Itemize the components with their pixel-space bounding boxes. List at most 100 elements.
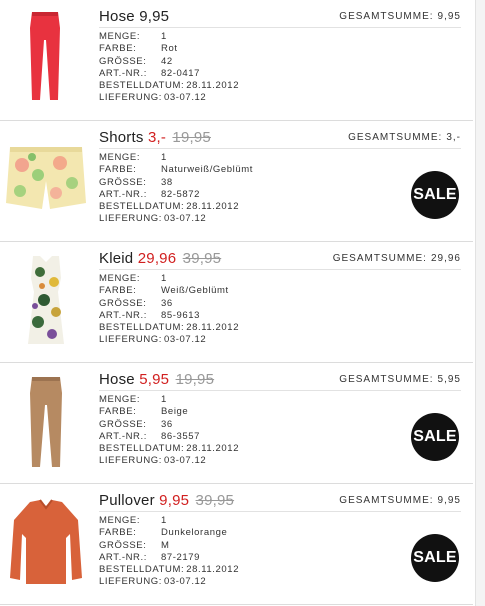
red-trousers-image[interactable]	[0, 0, 92, 120]
product-details: MENGE: 1 FARBE: Weiß/Geblümt GRÖSSE: 36 ART…	[99, 273, 239, 347]
order-list: Hose 9,95 GESAMTSUMME: 9,95 MENGE: 1 FARBE…	[0, 0, 485, 606]
quantity-value: 1	[161, 515, 167, 526]
delivery-value: 03-07.12	[164, 576, 207, 588]
line-total: GESAMTSUMME: 9,95	[339, 495, 461, 506]
product-name[interactable]: Shorts	[99, 129, 144, 146]
sale-price: 5,95	[139, 371, 170, 388]
product-name[interactable]: Hose	[99, 8, 135, 25]
beige-trousers-image[interactable]	[0, 363, 92, 483]
total-label: GESAMTSUMME:	[339, 374, 434, 385]
delivery-label: LIEFERUNG:	[99, 334, 163, 346]
quantity-value: 1	[161, 31, 167, 42]
original-price: 39,95	[195, 492, 235, 509]
article-number-label: ART.-NR.:	[99, 309, 147, 321]
product-details: MENGE: 1 FARBE: Beige GRÖSSE: 36 ART.-NR.: 8…	[99, 394, 239, 468]
original-price: 19,95	[175, 371, 215, 388]
delivery-value: 03-07.12	[164, 455, 207, 467]
product-title: Hose 9,95	[99, 8, 169, 25]
quantity-label: MENGE:	[99, 394, 141, 405]
color-value: Weiß/Geblümt	[161, 285, 229, 297]
sale-badge: SALE	[411, 534, 459, 582]
order-date-value: 28.11.2012	[186, 201, 240, 213]
divider	[99, 27, 461, 28]
product-name[interactable]: Hose	[99, 371, 135, 388]
size-value: 42	[161, 55, 173, 67]
original-price: 19,95	[172, 129, 211, 146]
total-value: 9,95	[437, 495, 461, 506]
article-number-value: 82-0417	[161, 67, 201, 79]
article-number-label: ART.-NR.:	[99, 551, 147, 563]
order-date-label: BESTELLDATUM:	[99, 564, 185, 576]
order-item: Kleid 29,96 39,95 GESAMTSUMME: 29,96 MENG…	[0, 242, 473, 363]
color-label: FARBE:	[99, 527, 137, 539]
color-label: FARBE:	[99, 164, 137, 176]
product-price: 9,95	[139, 8, 170, 25]
quantity-label: MENGE:	[99, 31, 141, 42]
line-total: GESAMTSUMME: 5,95	[339, 374, 461, 385]
delivery-label: LIEFERUNG:	[99, 213, 163, 225]
size-value: 36	[161, 418, 173, 430]
delivery-label: LIEFERUNG:	[99, 92, 163, 104]
floral-shorts-image[interactable]	[0, 121, 92, 241]
size-label: GRÖSSE:	[99, 297, 147, 309]
order-item: Hose 5,95 19,95 GESAMTSUMME: 5,95 MENGE: 1…	[0, 363, 473, 484]
sale-price: 3,-	[147, 129, 167, 146]
article-number-value: 87-2179	[161, 551, 201, 563]
product-title: Hose 5,95 19,95	[99, 371, 214, 388]
size-value: 38	[161, 176, 173, 188]
divider	[99, 269, 461, 270]
orange-sweater-image[interactable]	[0, 484, 92, 604]
size-label: GRÖSSE:	[99, 418, 147, 430]
sale-price: 9,95	[159, 492, 190, 509]
color-label: FARBE:	[99, 43, 137, 55]
quantity-label: MENGE:	[99, 273, 141, 284]
order-date-value: 28.11.2012	[186, 443, 240, 455]
order-item: Hose 9,95 GESAMTSUMME: 9,95 MENGE: 1 FARBE…	[0, 0, 473, 121]
size-label: GRÖSSE:	[99, 55, 147, 67]
order-item: Pullover 9,95 39,95 GESAMTSUMME: 9,95 MEN…	[0, 484, 473, 605]
delivery-value: 03-07.12	[164, 334, 207, 346]
order-date-value: 28.11.2012	[186, 322, 240, 334]
order-date-value: 28.11.2012	[186, 80, 240, 92]
order-item: Shorts 3,- 19,95 GESAMTSUMME: 3,- MENGE: 1…	[0, 121, 473, 242]
total-label: GESAMTSUMME:	[348, 132, 443, 143]
order-date-label: BESTELLDATUM:	[99, 322, 185, 334]
color-label: FARBE:	[99, 406, 137, 418]
article-number-label: ART.-NR.:	[99, 188, 147, 200]
total-label: GESAMTSUMME:	[339, 495, 434, 506]
delivery-label: LIEFERUNG:	[99, 455, 163, 467]
quantity-value: 1	[161, 273, 167, 284]
quantity-label: MENGE:	[99, 515, 141, 526]
color-label: FARBE:	[99, 285, 137, 297]
quantity-value: 1	[161, 394, 167, 405]
product-title: Kleid 29,96 39,95	[99, 250, 221, 267]
total-value: 9,95	[437, 11, 461, 22]
delivery-label: LIEFERUNG:	[99, 576, 163, 588]
floral-dress-image[interactable]	[0, 242, 92, 362]
order-date-value: 28.11.2012	[186, 564, 240, 576]
line-total: GESAMTSUMME: 9,95	[339, 11, 461, 22]
sale-price: 29,96	[137, 250, 177, 267]
color-value: Dunkelorange	[161, 527, 228, 539]
article-number-label: ART.-NR.:	[99, 67, 147, 79]
divider	[99, 390, 461, 391]
article-number-label: ART.-NR.:	[99, 430, 147, 442]
color-value: Rot	[161, 43, 178, 55]
color-value: Beige	[161, 406, 189, 418]
size-value: M	[161, 539, 170, 551]
size-label: GRÖSSE:	[99, 539, 147, 551]
product-name[interactable]: Pullover	[99, 492, 155, 509]
product-details: MENGE: 1 FARBE: Dunkelorange GRÖSSE: M ART.…	[99, 515, 239, 589]
quantity-label: MENGE:	[99, 152, 141, 163]
article-number-value: 86-3557	[161, 430, 201, 442]
sale-badge: SALE	[411, 413, 459, 461]
order-date-label: BESTELLDATUM:	[99, 443, 185, 455]
total-label: GESAMTSUMME:	[339, 11, 434, 22]
divider	[99, 511, 461, 512]
total-value: 3,-	[446, 132, 461, 143]
product-title: Shorts 3,- 19,95	[99, 129, 211, 146]
product-title: Pullover 9,95 39,95	[99, 492, 234, 509]
total-label: GESAMTSUMME:	[332, 253, 427, 264]
scrollbar-track[interactable]	[475, 0, 485, 606]
product-name[interactable]: Kleid	[99, 250, 133, 267]
